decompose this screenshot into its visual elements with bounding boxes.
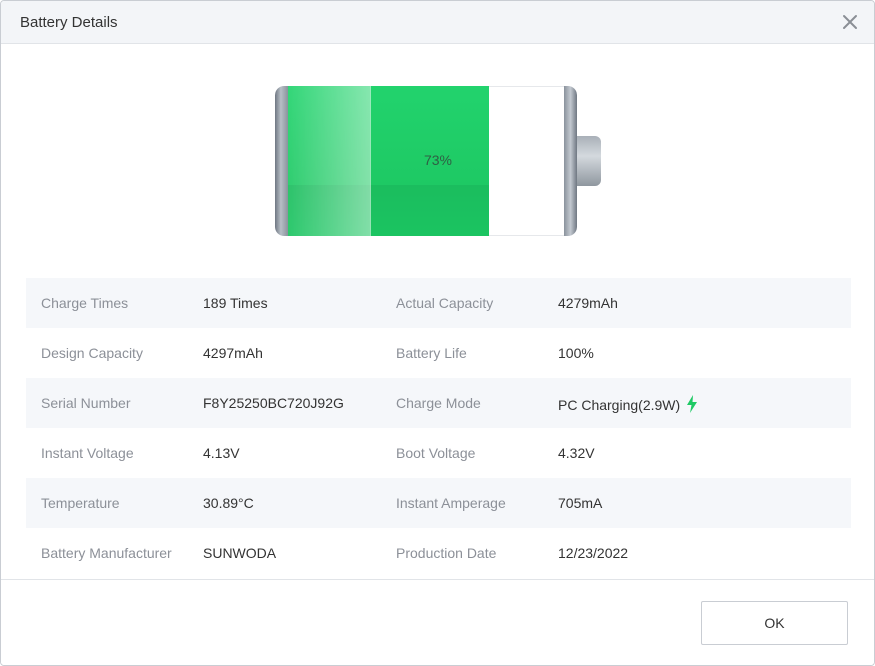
label-charge-mode: Charge Mode bbox=[396, 395, 481, 411]
value-actual-capacity: 4279mAh bbox=[558, 295, 618, 311]
battery-percent-label: 73% bbox=[423, 152, 453, 168]
table-row: Temperature 30.89°C Instant Amperage 705… bbox=[26, 478, 851, 528]
value-production-date: 12/23/2022 bbox=[558, 545, 629, 561]
label-temperature: Temperature bbox=[41, 495, 120, 511]
label-charge-times: Charge Times bbox=[41, 295, 129, 311]
value-boot-voltage: 4.32V bbox=[558, 445, 595, 461]
value-temperature: 30.89°C bbox=[203, 495, 254, 511]
table-row: Battery Manufacturer SUNWODA Production … bbox=[26, 528, 851, 578]
label-actual-capacity: Actual Capacity bbox=[396, 295, 494, 311]
label-battery-life: Battery Life bbox=[396, 345, 467, 361]
ok-button[interactable]: OK bbox=[701, 601, 848, 645]
dialog-footer: OK bbox=[1, 579, 874, 665]
label-battery-manufacturer: Battery Manufacturer bbox=[41, 545, 172, 561]
label-instant-amperage: Instant Amperage bbox=[396, 495, 506, 511]
label-design-capacity: Design Capacity bbox=[41, 345, 143, 361]
value-instant-voltage: 4.13V bbox=[203, 445, 240, 461]
value-serial-number: F8Y25250BC720J92G bbox=[203, 395, 344, 411]
table-row: Design Capacity 4297mAh Battery Life 100… bbox=[26, 328, 851, 378]
dialog-title: Battery Details bbox=[20, 14, 118, 31]
label-instant-voltage: Instant Voltage bbox=[41, 445, 134, 461]
battery-details-dialog: Battery Details 73% Charge Times 189 Tim… bbox=[0, 0, 875, 666]
table-row: Instant Voltage 4.13V Boot Voltage 4.32V bbox=[26, 428, 851, 478]
label-serial-number: Serial Number bbox=[41, 395, 131, 411]
title-bar: Battery Details bbox=[1, 1, 874, 44]
value-charge-mode: PC Charging(2.9W) bbox=[558, 397, 681, 413]
value-instant-amperage: 705mA bbox=[558, 495, 603, 511]
lightning-bolt-icon bbox=[686, 395, 698, 416]
battery-details-table: Charge Times 189 Times Actual Capacity 4… bbox=[26, 278, 851, 578]
value-battery-manufacturer: SUNWODA bbox=[203, 545, 277, 561]
close-icon[interactable] bbox=[840, 12, 860, 32]
value-design-capacity: 4297mAh bbox=[203, 345, 263, 361]
label-boot-voltage: Boot Voltage bbox=[396, 445, 476, 461]
table-row: Charge Times 189 Times Actual Capacity 4… bbox=[26, 278, 851, 328]
value-charge-times: 189 Times bbox=[203, 295, 268, 311]
value-charge-mode-wrap: PC Charging(2.9W) bbox=[558, 395, 698, 416]
table-row: Serial Number F8Y25250BC720J92G Charge M… bbox=[26, 378, 851, 428]
value-battery-life: 100% bbox=[558, 345, 594, 361]
label-production-date: Production Date bbox=[396, 545, 497, 561]
battery-graphic: 73% bbox=[275, 86, 605, 236]
